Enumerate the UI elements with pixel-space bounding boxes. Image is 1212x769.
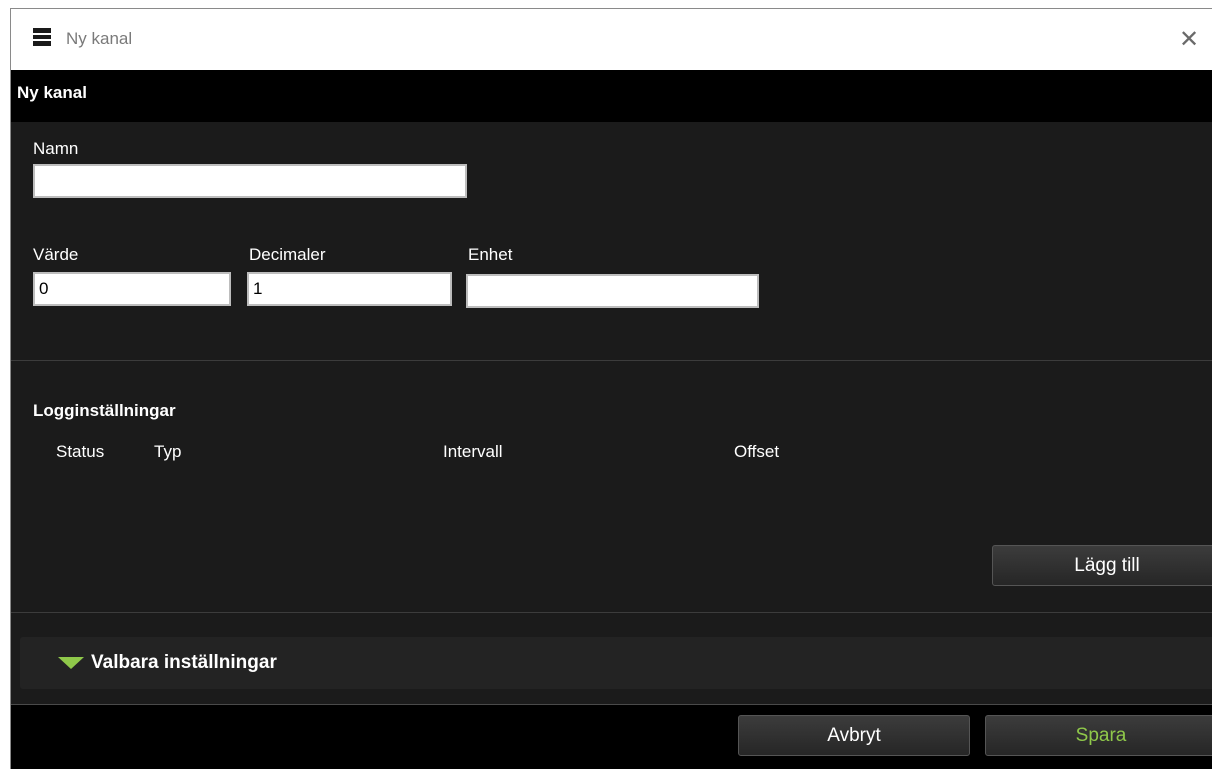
decimals-input[interactable] (247, 272, 452, 306)
dialog-window: Ny kanal ✕ Ny kanal Namn Värde Decimaler… (10, 8, 1212, 769)
close-icon[interactable]: ✕ (1166, 9, 1212, 70)
title-bar: Ny kanal ✕ (11, 9, 1212, 70)
value-label: Värde (33, 245, 79, 264)
logging-title: Logginställningar (33, 401, 176, 420)
column-header-type: Typ (154, 442, 182, 461)
optional-settings-label: Valbara inställningar (91, 652, 277, 673)
dialog-footer: Avbryt Spara (11, 704, 1212, 769)
name-input[interactable] (33, 164, 467, 198)
save-button[interactable]: Spara (985, 715, 1212, 756)
expand-triangle-icon (58, 657, 84, 669)
optional-settings-toggle[interactable]: Valbara inställningar (20, 637, 1212, 689)
window-title: Ny kanal (66, 29, 133, 48)
column-header-status: Status (56, 442, 105, 461)
column-header-offset: Offset (734, 442, 780, 461)
unit-label: Enhet (468, 245, 513, 264)
app-menu-icon (33, 28, 51, 46)
section-divider (11, 612, 1212, 613)
add-log-button[interactable]: Lägg till (992, 545, 1212, 586)
value-input[interactable] (33, 272, 231, 306)
column-header-interval: Intervall (443, 442, 503, 461)
dialog-title: Ny kanal (17, 83, 87, 102)
dialog-header: Ny kanal (11, 70, 1212, 122)
unit-input[interactable] (466, 274, 759, 308)
decimals-label: Decimaler (249, 245, 326, 264)
section-divider (11, 360, 1212, 361)
cancel-button[interactable]: Avbryt (738, 715, 970, 756)
name-label: Namn (33, 139, 79, 158)
